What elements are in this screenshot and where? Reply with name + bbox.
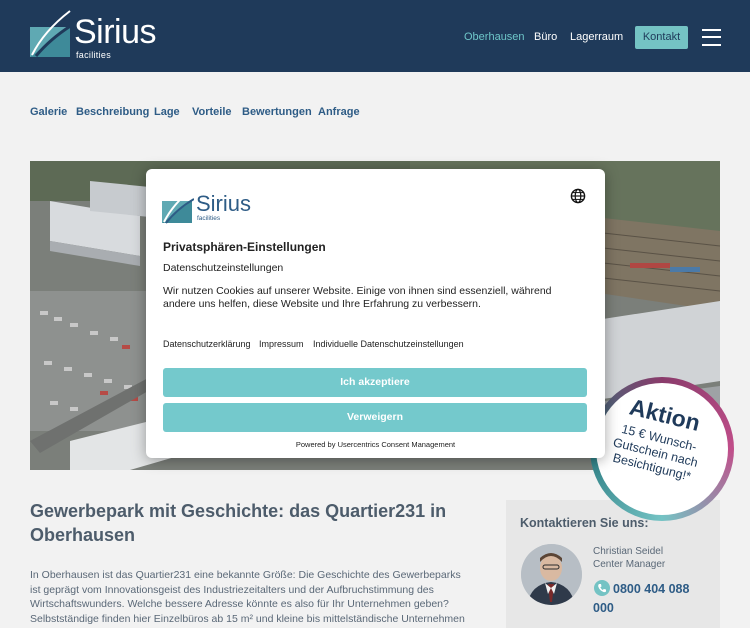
link-impressum[interactable]: Impressum <box>259 339 304 349</box>
consent-logo: Sirius facilities <box>162 187 252 225</box>
link-datenschutzerklaerung[interactable]: Datenschutzerklärung <box>163 339 251 349</box>
powered-by: Powered by Usercentrics Consent Manageme… <box>295 440 456 449</box>
consent-title: Privatsphären-Einstellungen <box>163 240 326 254</box>
link-individuelle-einstellungen[interactable]: Individuelle Datenschutzeinstellungen <box>313 339 464 349</box>
logo-mark-icon <box>162 188 194 224</box>
language-globe-icon[interactable] <box>570 188 586 204</box>
consent-subtitle: Datenschutzeinstellungen <box>163 262 284 274</box>
accept-button[interactable]: Ich akzeptiere <box>163 368 587 397</box>
deny-button[interactable]: Verweigern <box>163 403 587 432</box>
consent-logo-sub: facilities <box>197 215 221 222</box>
consent-logo-name: Sirius <box>196 191 252 216</box>
consent-dialog: Sirius facilities Privatsphären-Einstell… <box>146 169 605 458</box>
consent-description: Wir nutzen Cookies auf unserer Website. … <box>163 285 552 310</box>
